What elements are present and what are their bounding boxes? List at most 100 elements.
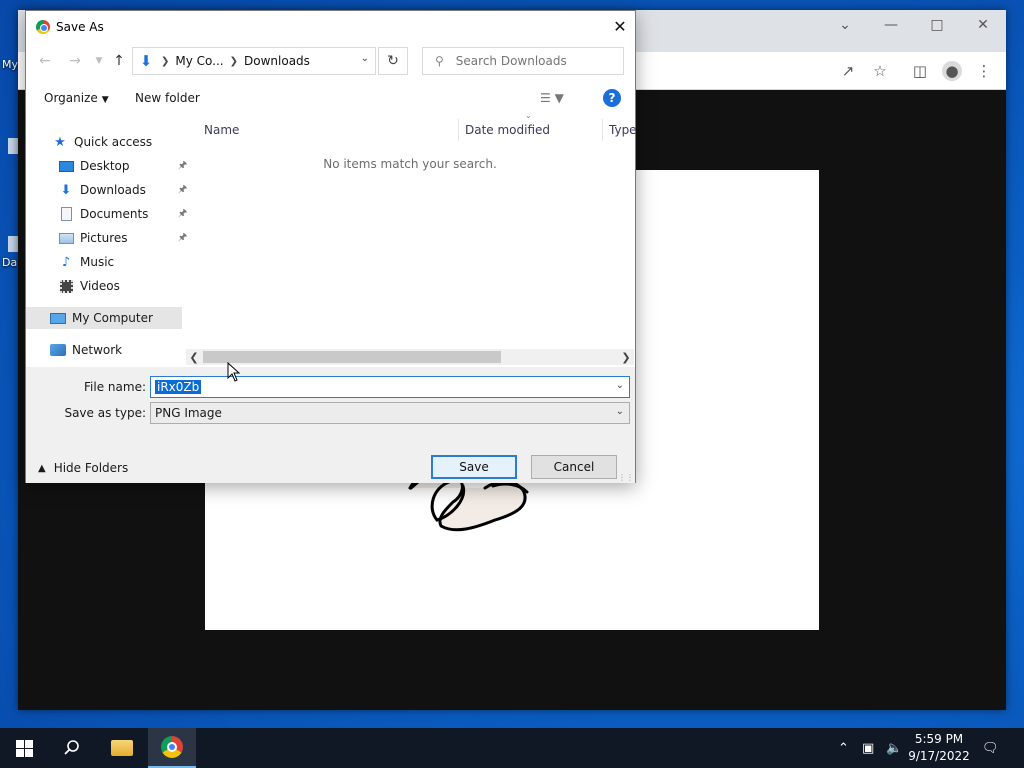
taskbar: ⌃ ▣ 🔈 5:59 PM 9/17/2022 🗨	[0, 728, 1024, 768]
documents-icon	[58, 206, 74, 222]
file-name-value: iRx0Zb	[155, 380, 202, 394]
network-icon	[50, 342, 66, 358]
notifications-icon[interactable]: 🗨	[982, 728, 999, 768]
close-icon[interactable]: ✕	[960, 10, 1006, 40]
organize-button[interactable]: Organize ▼	[44, 91, 109, 105]
system-clock[interactable]: 5:59 PM 9/17/2022	[906, 731, 972, 765]
view-options-icon[interactable]: ☰ ▼	[540, 91, 564, 105]
maximize-icon[interactable]: □	[914, 10, 960, 40]
breadcrumb-separator[interactable]: ❯	[161, 56, 169, 67]
volume-icon[interactable]: 🔈	[886, 728, 902, 768]
nav-pictures[interactable]: Pictures 🖈	[58, 227, 187, 249]
column-header-date-modified[interactable]: Date modified	[465, 119, 550, 141]
column-separator[interactable]	[602, 119, 603, 141]
save-as-dialog: Save As ✕ ← → ▼ ↑ ⬇ ❯ My Co... ❯ Downloa…	[25, 10, 637, 483]
address-bar[interactable]: ⬇ ❯ My Co... ❯ Downloads ⌄	[132, 47, 376, 75]
forward-icon[interactable]: →	[64, 50, 86, 72]
downloads-icon: ⬇	[139, 52, 153, 70]
breadcrumb-my-computer[interactable]: My Co...	[175, 54, 223, 68]
recent-locations-icon[interactable]: ▼	[88, 50, 110, 72]
search-input[interactable]	[455, 54, 606, 68]
file-name-label: File name:	[84, 380, 146, 394]
column-separator[interactable]	[458, 119, 459, 141]
nav-label: Videos	[80, 279, 120, 293]
chrome-icon	[36, 19, 50, 34]
scroll-right-icon[interactable]: ❯	[618, 350, 634, 364]
share-icon[interactable]: ↗	[838, 61, 858, 81]
minimize-icon[interactable]: —	[868, 10, 914, 40]
nav-label: Music	[80, 255, 115, 269]
horizontal-scrollbar[interactable]: ❮ ❯	[186, 349, 634, 365]
cancel-button[interactable]: Cancel	[531, 455, 617, 479]
chevron-up-icon: ▲	[38, 462, 46, 474]
save-type-select[interactable]: PNG Image ⌄	[150, 402, 630, 424]
caret-down-icon: ▼	[101, 95, 109, 105]
save-button[interactable]: Save	[431, 455, 517, 479]
nav-label: Pictures	[80, 231, 128, 245]
folder-icon	[111, 740, 133, 756]
chevron-down-icon[interactable]: ⌄	[822, 10, 868, 40]
file-name-input[interactable]: iRx0Zb ⌄	[150, 376, 630, 398]
menu-icon[interactable]: ⋮	[974, 61, 994, 81]
nav-label: Quick access	[74, 135, 153, 149]
nav-videos[interactable]: Videos	[58, 275, 120, 297]
nav-desktop[interactable]: Desktop 🖈	[58, 155, 187, 177]
up-icon[interactable]: ↑	[108, 50, 130, 72]
help-icon[interactable]: ?	[603, 89, 621, 107]
nav-my-computer[interactable]: My Computer	[26, 307, 182, 329]
star-icon: ★	[54, 134, 66, 150]
nav-network[interactable]: Network	[50, 339, 122, 361]
breadcrumb-downloads[interactable]: Downloads	[244, 54, 310, 68]
nav-label: Network	[72, 343, 123, 357]
start-button[interactable]	[0, 728, 48, 768]
network-icon[interactable]: ▣	[862, 728, 874, 768]
dialog-titlebar[interactable]: Save As ✕	[26, 11, 635, 42]
nav-label: Desktop	[80, 159, 130, 173]
nav-music[interactable]: ♪ Music	[58, 251, 114, 273]
column-header-name[interactable]: Name	[204, 119, 239, 141]
nav-documents[interactable]: Documents 🖈	[58, 203, 187, 225]
nav-quick-access[interactable]: ★ Quick access	[52, 131, 152, 153]
command-bar: Organize ▼ New folder ☰ ▼ ?	[26, 85, 635, 113]
chevron-down-icon[interactable]: ⌄	[616, 380, 624, 391]
taskbar-file-explorer[interactable]	[98, 728, 146, 768]
search-icon	[64, 740, 79, 755]
profile-icon[interactable]: ●	[942, 61, 962, 81]
chevron-down-icon[interactable]: ⌄	[616, 406, 624, 417]
close-icon[interactable]: ✕	[605, 11, 635, 41]
chevron-down-icon[interactable]: ⌄	[361, 53, 369, 64]
desktop-icon-label[interactable]: My	[2, 58, 18, 71]
videos-icon	[58, 278, 74, 294]
resize-grip-icon[interactable]: ⋮⋮	[618, 473, 634, 482]
side-panel-icon[interactable]: ◫	[910, 61, 930, 81]
column-header-type[interactable]: Type	[609, 119, 637, 141]
clock-time: 5:59 PM	[914, 732, 964, 746]
desktop-icon-label[interactable]: Da	[2, 256, 17, 269]
back-icon[interactable]: ←	[34, 50, 56, 72]
show-hidden-icons-icon[interactable]: ⌃	[838, 728, 849, 768]
taskbar-chrome[interactable]	[148, 728, 196, 768]
new-folder-button[interactable]: New folder	[135, 91, 200, 105]
refresh-icon[interactable]: ↻	[378, 47, 408, 75]
nav-label: My Computer	[72, 311, 153, 325]
save-type-value: PNG Image	[155, 406, 222, 420]
desktop-icon-fragment[interactable]	[8, 236, 18, 252]
nav-downloads[interactable]: ⬇ Downloads 🖈	[58, 179, 188, 201]
organize-label: Organize	[44, 91, 98, 105]
star-icon[interactable]: ☆	[870, 61, 890, 81]
mouse-cursor-icon	[227, 362, 241, 382]
desktop-icon-fragment[interactable]	[8, 138, 18, 154]
file-list: Name ⌄ Date modified Type No items match…	[186, 111, 637, 365]
search-box[interactable]: ⚲	[422, 47, 624, 75]
scrollbar-thumb[interactable]	[203, 351, 501, 363]
dialog-title: Save As	[56, 19, 104, 34]
desktop-icon	[58, 158, 74, 174]
taskbar-search-button[interactable]	[48, 728, 96, 768]
breadcrumb-separator[interactable]: ❯	[230, 56, 238, 67]
hide-folders-button[interactable]: ▲ Hide Folders	[38, 461, 128, 475]
empty-message: No items match your search.	[323, 157, 497, 171]
scroll-left-icon[interactable]: ❮	[186, 350, 202, 364]
navigation-pane: ★ Quick access Desktop 🖈 ⬇ Downloads 🖈 D…	[26, 115, 188, 365]
windows-logo-icon	[15, 739, 33, 757]
chrome-icon	[161, 736, 183, 758]
